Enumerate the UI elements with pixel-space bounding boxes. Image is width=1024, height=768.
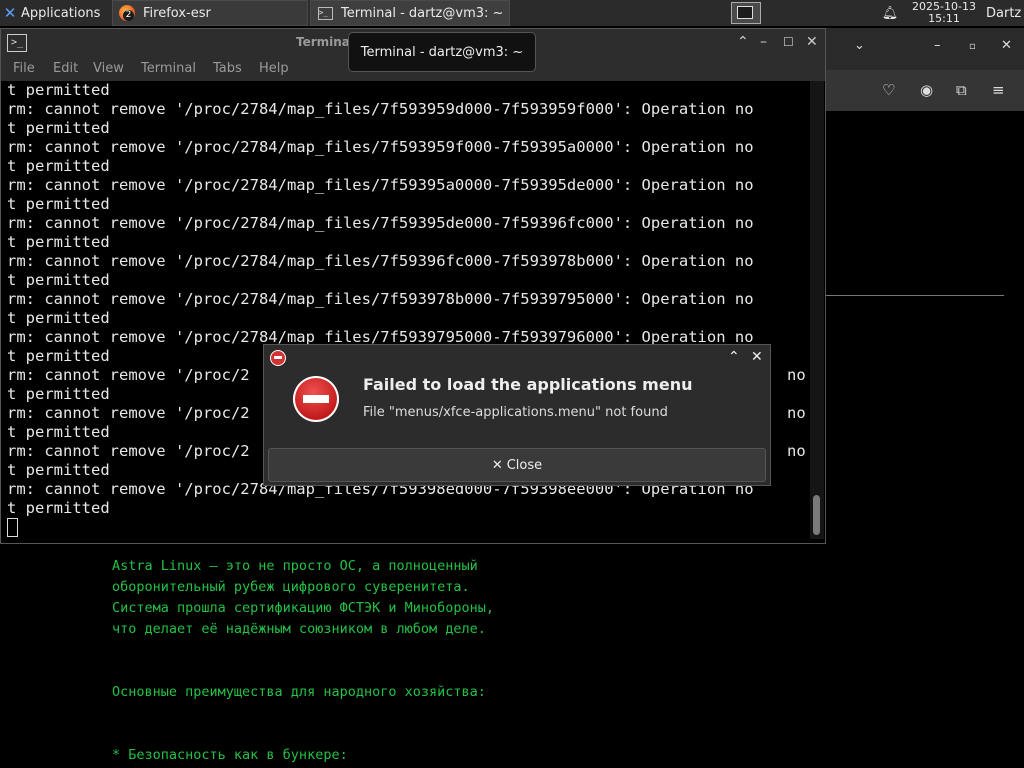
window-count-badge: 2	[123, 10, 134, 21]
minimize-icon[interactable]: –	[760, 34, 767, 50]
menu-tabs[interactable]: Tabs	[213, 61, 242, 76]
clock[interactable]: 2025-10-13 15:11	[908, 0, 980, 26]
terminal-line: t permitted	[7, 195, 110, 213]
close-button-label: Close	[506, 457, 543, 473]
pocket-icon[interactable]: ♡	[882, 81, 895, 99]
terminal-icon: >_	[7, 34, 27, 52]
minimize-icon[interactable]: –	[934, 38, 941, 53]
terminal-line-suffix: no	[787, 366, 806, 384]
close-icon[interactable]: ✕	[751, 349, 763, 365]
top-panel: ✕ Applications 2 Firefox-esr >_ Terminal…	[0, 0, 1024, 26]
workspace-1[interactable]	[731, 2, 761, 24]
taskbar-task-firefox[interactable]: 2 Firefox-esr	[112, 0, 308, 26]
firefox-toolbar: ♡ ◉ ⧉ ≡	[826, 70, 1024, 111]
taskbar-tooltip: Terminal - dartz@vm3: ~	[348, 32, 536, 72]
terminal-line: t permitted	[7, 233, 110, 251]
notifications-bell-icon[interactable]: 🔔︎	[880, 0, 900, 26]
terminal-line: rm: cannot remove '/proc/2784/map_files/…	[7, 138, 754, 156]
extensions-icon[interactable]: ⧉	[956, 81, 967, 99]
desktop-text-line: Astra Linux — это не просто ОС, а полноц…	[112, 558, 478, 574]
terminal-line: rm: cannot remove '/proc/2784/map_files/…	[7, 290, 754, 308]
error-icon	[270, 350, 286, 366]
firefox-icon: 2	[119, 5, 135, 21]
desktop-text-line: Система прошла сертификацию ФСТЭК и Мино…	[112, 600, 495, 616]
dialog-title: Failed to load the applications menu	[363, 375, 693, 394]
taskbar-task-terminal[interactable]: >_ Terminal - dartz@vm3: ~	[310, 0, 510, 26]
error-icon	[293, 376, 339, 422]
terminal-line-suffix: no	[787, 442, 806, 460]
applications-menu-button[interactable]: ✕ Applications	[0, 0, 114, 26]
clock-time: 15:11	[928, 12, 960, 25]
desktop-text-line: * Безопасность как в бункере:	[112, 747, 348, 763]
close-button[interactable]: ✕ Close	[268, 448, 766, 482]
menu-terminal[interactable]: Terminal	[141, 61, 196, 76]
dialog-message: File "menus/xfce-applications.menu" not …	[363, 405, 668, 420]
maximize-icon[interactable]: ▫	[969, 41, 976, 52]
terminal-icon: >_	[317, 5, 333, 21]
terminal-line: t permitted	[7, 499, 110, 517]
desktop-text-line: Основные преимущества для народного хозя…	[112, 684, 486, 700]
applications-label: Applications	[21, 5, 101, 21]
applications-logo-icon: ✕	[3, 4, 17, 22]
desktop-text-line	[112, 724, 494, 745]
scrollbar-thumb[interactable]	[813, 495, 820, 535]
terminal-line: rm: cannot remove '/proc/2784/map_files/…	[7, 176, 754, 194]
task-label: Firefox-esr	[143, 5, 211, 21]
divider	[826, 295, 1004, 296]
desktop-text-line	[112, 640, 494, 661]
terminal-line: rm: cannot remove '/proc/2784/map_files/…	[7, 100, 754, 118]
task-label: Terminal - dartz@vm3: ~	[341, 5, 504, 21]
firefox-tabbar: ⌄ – ▫ ✕	[826, 28, 1024, 70]
maximize-icon[interactable]: ☐	[783, 35, 794, 49]
desktop-text-line: оборонительный рубеж цифрового суверенит…	[112, 579, 470, 595]
desktop-text-line	[112, 661, 494, 682]
account-icon[interactable]: ◉	[920, 81, 933, 99]
close-icon: ✕	[491, 457, 503, 473]
menu-help[interactable]: Help	[259, 61, 289, 76]
hamburger-menu-icon[interactable]: ≡	[992, 81, 1005, 99]
desktop-text-block: Astra Linux — это не просто ОС, а полноц…	[112, 556, 494, 766]
error-dialog[interactable]: ⌃ ✕ Failed to load the applications menu…	[263, 344, 771, 486]
terminal-line: t permitted	[7, 81, 110, 99]
scrollbar[interactable]	[810, 81, 824, 539]
list-all-tabs-chevron-icon[interactable]: ⌄	[854, 38, 865, 53]
terminal-line: t permitted	[7, 157, 110, 175]
desktop-text-line	[112, 703, 494, 724]
terminal-line: rm: cannot remove '/proc/2784/map_files/…	[7, 214, 754, 232]
close-icon[interactable]: ✕	[1001, 38, 1012, 53]
desktop-text-line: что делает её надёжным союзником в любом…	[112, 621, 486, 637]
workspace-switcher[interactable]	[730, 0, 762, 26]
terminal-line: t permitted	[7, 119, 110, 137]
shade-chevron-up-icon[interactable]: ⌃	[737, 34, 749, 50]
shade-chevron-up-icon[interactable]: ⌃	[728, 349, 740, 365]
firefox-window-background: ⌄ – ▫ ✕ ♡ ◉ ⧉ ≡	[826, 28, 1024, 111]
user-menu[interactable]: Dartz	[986, 0, 1024, 26]
terminal-line: t permitted	[7, 309, 110, 327]
terminal-line: rm: cannot remove '/proc/2784/map_files/…	[7, 252, 754, 270]
menu-file[interactable]: File	[13, 61, 35, 76]
menu-edit[interactable]: Edit	[53, 61, 78, 76]
text-cursor	[7, 518, 18, 537]
menu-view[interactable]: View	[93, 61, 124, 76]
terminal-line: t permitted	[7, 271, 110, 289]
close-icon[interactable]: ✕	[806, 34, 818, 50]
terminal-line-suffix: no	[787, 404, 806, 422]
